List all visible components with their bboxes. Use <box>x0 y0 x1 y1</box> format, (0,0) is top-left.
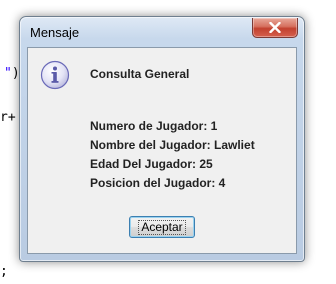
player-position: Posicion del Jugador: 4 <box>90 176 226 190</box>
player-name: Nombre del Jugador: Lawliet <box>90 138 255 152</box>
player-details: Numero de Jugador: 1 Nombre del Jugador:… <box>90 119 255 195</box>
dialog-content: Consulta General Numero de Jugador: 1 No… <box>27 47 297 254</box>
player-number: Numero de Jugador: 1 <box>90 119 218 133</box>
message-dialog: Mensaje Consulta General Numero de Jugad… <box>19 16 305 262</box>
player-age: Edad Del Jugador: 25 <box>90 157 213 171</box>
close-icon <box>269 22 281 33</box>
close-button[interactable] <box>252 18 298 38</box>
info-icon <box>40 60 70 90</box>
accept-button-label: Aceptar <box>138 219 186 235</box>
dialog-heading: Consulta General <box>90 67 190 81</box>
dialog-title: Mensaje <box>30 25 80 40</box>
accept-button[interactable]: Aceptar <box>129 216 195 238</box>
code-fragment: ; <box>0 264 8 279</box>
dialog-titlebar[interactable]: Mensaje <box>20 17 304 47</box>
